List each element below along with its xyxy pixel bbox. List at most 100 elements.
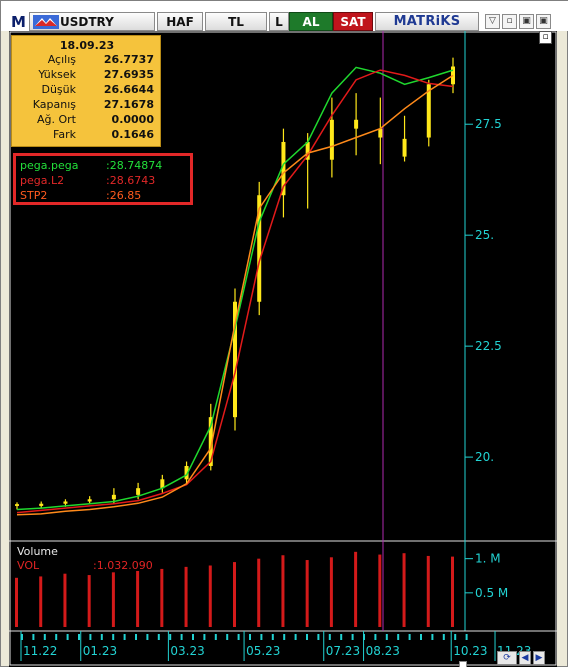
volume-bar xyxy=(281,555,285,627)
x-axis-minor-tick xyxy=(55,634,58,640)
scrollbar-thumb[interactable] xyxy=(459,661,467,667)
x-axis-minor-tick xyxy=(89,634,92,640)
price-tick-label: 20. xyxy=(475,450,494,464)
volume-bar xyxy=(111,572,115,627)
chart-close-icon[interactable]: ▫ xyxy=(539,31,552,44)
indicator-name: pega.pega xyxy=(20,159,79,172)
x-axis-minor-tick xyxy=(454,634,457,640)
sell-button[interactable]: SAT xyxy=(333,12,373,31)
info-row-close: Kapanış 27.1678 xyxy=(12,98,162,111)
volume-tick-label: 1. M xyxy=(475,552,501,566)
candle-body xyxy=(15,504,19,506)
candle-body xyxy=(354,119,359,129)
x-axis-minor-tick xyxy=(397,634,400,640)
candle-body xyxy=(111,494,116,500)
volume-bar xyxy=(87,575,91,627)
indicator-name: STP2 xyxy=(20,189,48,202)
volume-bar xyxy=(451,556,454,627)
x-axis-tick-label: 11.22 xyxy=(23,644,57,658)
volume-title: Volume xyxy=(17,545,58,558)
x-axis-minor-tick xyxy=(294,634,297,640)
buy-button[interactable]: AL xyxy=(289,12,333,31)
scroll-right-icon[interactable]: ▶ xyxy=(533,651,545,665)
dropdown-icon[interactable]: ▽ xyxy=(485,14,500,29)
volume-bar xyxy=(39,576,43,627)
volume-bar xyxy=(233,562,236,627)
info-value: 0.0000 xyxy=(111,113,154,126)
volume-tick-label: 0.5 M xyxy=(475,586,508,600)
info-row-high: Yüksek 27.6935 xyxy=(12,68,162,81)
candle-body xyxy=(39,503,44,506)
currency-tl-button[interactable]: TL xyxy=(205,12,267,31)
x-axis-tick-label: 10.23 xyxy=(453,644,487,658)
matriks-m-logo[interactable]: M xyxy=(9,12,28,31)
candle-body xyxy=(329,119,334,160)
x-axis-minor-tick xyxy=(112,634,115,640)
x-axis-minor-tick xyxy=(442,634,445,640)
info-label: Fark xyxy=(53,128,76,141)
info-label: Düşük xyxy=(41,83,76,96)
volume-bar xyxy=(305,560,309,627)
x-axis-minor-tick xyxy=(237,634,240,640)
volume-bar xyxy=(329,557,333,627)
x-axis-minor-tick xyxy=(271,634,274,640)
x-axis-minor-tick xyxy=(135,634,137,640)
volume-bar xyxy=(63,573,67,627)
matriks-brand: MATRiKS xyxy=(375,12,479,31)
volume-value: :1.032.090 xyxy=(93,559,153,572)
symbol-selector[interactable]: USDTRY xyxy=(29,12,155,31)
x-axis-minor-tick xyxy=(43,634,46,640)
x-axis-minor-tick xyxy=(420,634,422,640)
info-value: 0.1646 xyxy=(111,128,154,141)
window-controls: ▽ ▫ ▣ ▣ xyxy=(485,14,551,29)
info-value: 27.6935 xyxy=(103,68,154,81)
x-axis-minor-tick xyxy=(146,634,149,640)
volume-bar xyxy=(184,566,188,627)
candle-body xyxy=(451,66,455,85)
volume-bar xyxy=(257,558,261,627)
x-axis-minor-tick xyxy=(32,634,35,640)
x-axis-minor-tick xyxy=(226,634,229,640)
x-axis-minor-tick xyxy=(465,634,468,640)
x-axis-tick-label: 05.23 xyxy=(246,644,280,658)
maximize-icon[interactable]: ▣ xyxy=(519,14,534,29)
info-row-weighted-avg: Ağ. Ort 0.0000 xyxy=(12,113,162,126)
candle-body xyxy=(378,128,383,138)
l-button[interactable]: L xyxy=(269,12,289,31)
info-label: Kapanış xyxy=(32,98,76,111)
x-axis-minor-tick xyxy=(374,634,377,640)
volume-bar xyxy=(426,555,430,627)
refresh-icon[interactable]: ⟳ xyxy=(497,651,517,665)
scroll-left-icon[interactable]: ◀ xyxy=(519,651,531,665)
currency-flag-icon xyxy=(33,14,59,29)
x-axis-minor-tick xyxy=(180,634,183,640)
x-axis-minor-tick xyxy=(123,634,126,640)
chart-navigation: ⟳ ◀ ▶ xyxy=(497,651,545,665)
info-value: 26.6644 xyxy=(103,83,154,96)
x-axis-minor-tick xyxy=(431,634,434,640)
x-axis-minor-tick xyxy=(317,634,320,640)
price-tick-label: 27.5 xyxy=(475,117,502,131)
indicator-value: :28.6743 xyxy=(106,174,156,187)
close-icon[interactable]: ▣ xyxy=(536,14,551,29)
x-axis-minor-tick xyxy=(203,634,206,640)
period-weekly-button[interactable]: HAF xyxy=(157,12,203,31)
x-axis-minor-tick xyxy=(385,634,388,640)
indicator-legend: pega.pega :28.74874 pega.L2 :28.6743 STP… xyxy=(13,153,193,205)
indicator-name: pega.L2 xyxy=(20,174,65,187)
info-label: Yüksek xyxy=(38,68,76,81)
x-axis-tick-label: 03.23 xyxy=(170,644,204,658)
x-axis-minor-tick xyxy=(169,634,172,640)
x-axis-minor-tick xyxy=(408,634,411,640)
minimize-icon[interactable]: ▫ xyxy=(502,14,517,29)
info-date: 18.09.23 xyxy=(59,39,115,52)
x-axis-tick-label: 07.23 xyxy=(326,644,360,658)
x-axis-minor-tick xyxy=(340,634,343,640)
x-axis-minor-tick xyxy=(192,634,194,640)
volume-bar xyxy=(354,551,358,627)
volume-bar xyxy=(402,553,406,627)
candle-body xyxy=(402,138,407,157)
candle-body xyxy=(63,501,68,504)
volume-bar xyxy=(136,570,140,627)
info-row-change: Fark 0.1646 xyxy=(12,128,162,141)
